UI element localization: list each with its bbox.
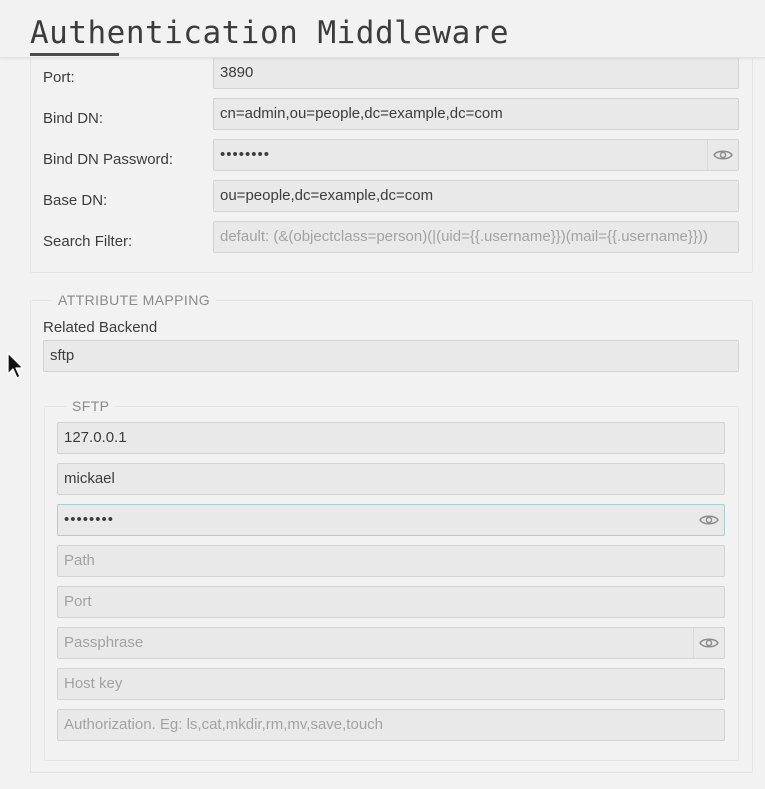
sftp-port-placeholder: Port [64,593,92,610]
sftp-authorization-input[interactable]: Authorization. Eg: ls,cat,mkdir,rm,mv,sa… [57,709,725,741]
attribute-mapping-legend: ATTRIBUTE MAPPING [52,291,216,309]
sftp-username-input[interactable]: mickael [57,463,725,495]
sftp-path-input[interactable]: Path [57,545,725,577]
mouse-cursor-icon [7,352,24,379]
search-filter-input[interactable]: default: (&(objectclass=person)(|(uid={{… [213,221,739,253]
sftp-passphrase-input[interactable]: Passphrase [57,627,725,659]
eye-icon [713,150,733,160]
reveal-passphrase-button[interactable] [693,628,724,658]
sftp-passphrase-placeholder: Passphrase [64,634,144,651]
sftp-username-value: mickael [64,470,115,487]
sftp-legend: SFTP [66,397,116,415]
page-title: Authentication Middleware [30,15,510,51]
related-backend-value: sftp [50,347,75,364]
reveal-bind-password-button[interactable] [707,140,738,170]
base-dn-label: Base DN: [43,192,108,209]
base-dn-input[interactable]: ou=people,dc=example,dc=com [213,180,739,212]
reveal-sftp-password-button[interactable] [694,505,724,535]
port-input[interactable]: 3890 [213,57,739,89]
sftp-password-input[interactable]: •••••••• [57,504,725,536]
bind-dn-password-input[interactable]: •••••••• [213,139,739,171]
port-value: 3890 [220,64,254,81]
eye-icon [699,638,719,648]
sftp-host-key-placeholder: Host key [64,675,123,692]
eye-icon [699,515,719,525]
page-header: Authentication Middleware [0,0,765,58]
sftp-path-placeholder: Path [64,552,95,569]
bind-dn-password-value: •••••••• [220,146,271,163]
bind-dn-input[interactable]: cn=admin,ou=people,dc=example,dc=com [213,98,739,130]
sftp-section [44,406,739,761]
sftp-port-input[interactable]: Port [57,586,725,618]
bind-dn-value: cn=admin,ou=people,dc=example,dc=com [220,105,503,122]
bind-dn-label: Bind DN: [43,110,104,127]
title-underline [30,53,119,56]
related-backend-label: Related Backend [43,319,158,336]
sftp-hostname-input[interactable]: 127.0.0.1 [57,422,725,454]
related-backend-select[interactable]: sftp [43,340,739,372]
search-filter-label: Search Filter: [43,233,133,250]
bind-dn-password-label: Bind DN Password: [43,151,174,168]
port-label: Port: [43,69,75,86]
sftp-password-value: •••••••• [64,511,115,528]
search-filter-placeholder: default: (&(objectclass=person)(|(uid={{… [220,228,708,245]
sftp-host-key-input[interactable]: Host key [57,668,725,700]
base-dn-value: ou=people,dc=example,dc=com [220,187,434,204]
sftp-authorization-placeholder: Authorization. Eg: ls,cat,mkdir,rm,mv,sa… [64,716,384,733]
sftp-hostname-value: 127.0.0.1 [64,429,127,446]
